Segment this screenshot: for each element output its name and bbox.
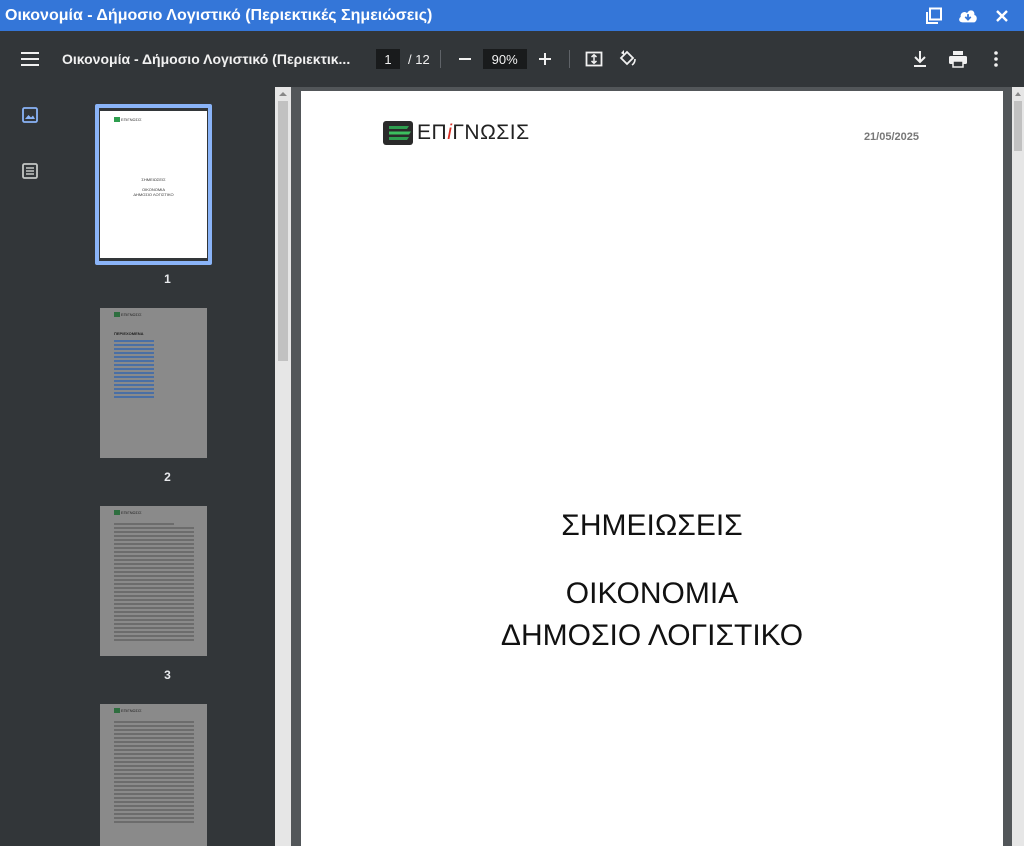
- document-viewer: ΕΠiΓΝΩΣΙΣ 21/05/2025 ΣΗΜΕΙΩΣΕΙΣ ΟΙΚΟΝΟΜΙ…: [291, 87, 1012, 846]
- thumbnail-logo: ΕΠiΓΝΩΣΙΣ: [121, 117, 142, 122]
- outline-tab[interactable]: [0, 143, 60, 199]
- zoom-out-button[interactable]: [451, 45, 479, 73]
- thumbnail-logo: ΕΠiΓΝΩΣΙΣ: [121, 312, 142, 317]
- sidebar-tabs: [0, 87, 60, 846]
- logo-text: ΕΠiΓΝΩΣΙΣ: [417, 121, 530, 144]
- thumbnail-text: ΣΗΜΕΙΩΣΕΙΣ: [141, 177, 166, 182]
- rotate-icon[interactable]: [614, 45, 642, 73]
- cloud-download-icon[interactable]: [958, 6, 978, 26]
- menu-icon[interactable]: [18, 47, 42, 71]
- thumbnail-scrollbar[interactable]: [275, 87, 291, 846]
- print-icon[interactable]: [944, 45, 972, 73]
- thumbnail-text: ΠΕΡΙΕΧΟΜΕΝΑ: [114, 331, 144, 336]
- document-scrollbar[interactable]: [1012, 87, 1024, 846]
- pdf-toolbar: Οικονομία - Δήμοσιο Λογιστικό (Περιεκτικ…: [0, 31, 1024, 87]
- thumbnail-label: 2: [164, 470, 171, 484]
- thumbnail-page-1[interactable]: ΕΠiΓΝΩΣΙΣ ΣΗΜΕΙΩΣΕΙΣ ΟΙΚΟΝΟΜΙΑ ΔΗΜΟΣΙΟ Λ…: [100, 111, 207, 258]
- thumbnail-label: 3: [164, 668, 171, 682]
- thumbnail-scrollbar-thumb[interactable]: [278, 101, 288, 361]
- document-scrollbar-thumb[interactable]: [1014, 101, 1022, 151]
- zoom-input[interactable]: 90%: [482, 49, 527, 69]
- thumbnail-logo: ΕΠiΓΝΩΣΙΣ: [121, 510, 142, 515]
- document-heading: ΔΗΜΟΣΙΟ ΛΟΓΙΣΤΙΚΟ: [500, 619, 804, 652]
- image-icon: [22, 107, 38, 123]
- window-title: Οικονομία - Δήμοσιο Λογιστικό (Περιεκτικ…: [5, 6, 433, 24]
- thumbnail-pane: ΕΠiΓΝΩΣΙΣ ΣΗΜΕΙΩΣΕΙΣ ΟΙΚΟΝΟΜΙΑ ΔΗΜΟΣΙΟ Λ…: [60, 87, 275, 846]
- logo: ΕΠiΓΝΩΣΙΣ: [383, 121, 530, 145]
- document-title: Οικονομία - Δήμοσιο Λογιστικό (Περιεκτικ…: [62, 51, 351, 67]
- toolbar-divider: [439, 50, 441, 68]
- restore-window-icon[interactable]: [924, 6, 944, 26]
- logo-mark-icon: [383, 121, 413, 145]
- more-options-icon[interactable]: [982, 45, 1010, 73]
- thumbnail-page-3[interactable]: ΕΠiΓΝΩΣΙΣ: [100, 506, 207, 656]
- fit-page-icon[interactable]: [580, 45, 608, 73]
- thumbnail-label: 1: [164, 272, 171, 286]
- page-total: / 12: [408, 51, 430, 67]
- zoom-in-button[interactable]: [531, 45, 559, 73]
- thumbnail-page-4[interactable]: ΕΠiΓΝΩΣΙΣ: [100, 704, 207, 846]
- document-heading: ΣΗΜΕΙΩΣΕΙΣ: [561, 509, 743, 542]
- toolbar-divider: [568, 50, 570, 68]
- page-number-input[interactable]: 1: [376, 49, 400, 69]
- document-date: 21/05/2025: [863, 131, 919, 143]
- window-titlebar: Οικονομία - Δήμοσιο Λογιστικό (Περιεκτικ…: [0, 0, 1024, 31]
- download-icon[interactable]: [906, 45, 934, 73]
- close-icon[interactable]: [992, 6, 1012, 26]
- document-heading: ΟΙΚΟΝΟΜΙΑ: [565, 577, 739, 610]
- thumbnails-tab[interactable]: [0, 87, 60, 143]
- list-icon: [22, 163, 38, 179]
- thumbnail-page-2[interactable]: ΕΠiΓΝΩΣΙΣ ΠΕΡΙΕΧΟΜΕΝΑ: [100, 308, 207, 458]
- thumbnail-text: ΔΗΜΟΣΙΟ ΛΟΓΙΣΤΙΚΟ: [133, 192, 174, 197]
- document-page: ΕΠiΓΝΩΣΙΣ 21/05/2025 ΣΗΜΕΙΩΣΕΙΣ ΟΙΚΟΝΟΜΙ…: [301, 91, 1003, 846]
- thumbnail-logo: ΕΠiΓΝΩΣΙΣ: [121, 708, 142, 713]
